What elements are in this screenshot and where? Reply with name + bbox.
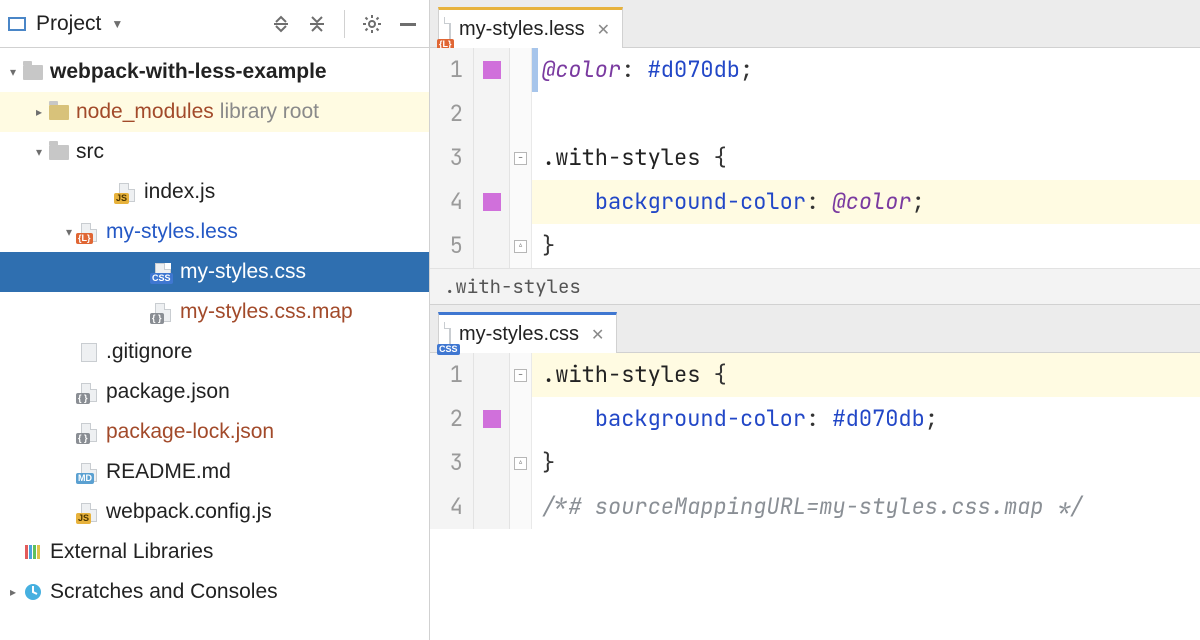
chevron-down-icon[interactable]: ▼ — [111, 17, 123, 31]
js-file-icon: JS — [116, 182, 138, 202]
folder-icon — [22, 62, 44, 82]
close-icon[interactable]: ✕ — [597, 20, 610, 40]
tree-label: .gitignore — [106, 340, 192, 364]
tree-node-package-lock[interactable]: ▸ { } package-lock.json — [0, 412, 429, 452]
fold-end[interactable]: ▵ — [510, 224, 532, 268]
scratches-icon — [22, 582, 44, 602]
tree-label: my-styles.less — [106, 220, 238, 244]
folder-icon — [48, 102, 70, 122]
js-file-icon: JS — [78, 502, 100, 522]
editor-pane-css: CSS my-styles.css ✕ 1 − .with-styles { 2… — [430, 305, 1200, 529]
editor-pane-less: {L} my-styles.less ✕ 1 @color: #d070db; … — [430, 0, 1200, 305]
line-number: 1 — [430, 48, 474, 92]
fold-gutter — [510, 48, 532, 92]
editor-tabbar-bottom: CSS my-styles.css ✕ — [430, 305, 1200, 353]
tree-node-src[interactable]: ▾ src — [0, 132, 429, 172]
tab-my-styles-less[interactable]: {L} my-styles.less ✕ — [438, 7, 623, 48]
code-editor-css[interactable]: 1 − .with-styles { 2 background-color: #… — [430, 353, 1200, 529]
close-icon[interactable]: ✕ — [591, 325, 604, 345]
line-number: 5 — [430, 224, 474, 268]
tree-label: package-lock.json — [106, 420, 274, 444]
line-number: 3 — [430, 136, 474, 180]
tree-node-my-styles-less[interactable]: ▾ {L} my-styles.less — [0, 212, 429, 252]
gitignore-file-icon — [78, 342, 100, 362]
tree-label: my-styles.css — [180, 260, 306, 284]
gutter-color-swatch[interactable] — [474, 48, 510, 92]
editor-area: {L} my-styles.less ✕ 1 @color: #d070db; … — [430, 0, 1200, 640]
map-file-icon: { } — [152, 302, 174, 322]
project-toolbar: Project ▼ — [0, 0, 429, 48]
project-view-icon — [8, 17, 26, 31]
tree-label: README.md — [106, 460, 231, 484]
toolbar-separator — [344, 10, 345, 38]
editor-breadcrumb[interactable]: .with-styles — [430, 268, 1200, 304]
line-number: 3 — [430, 441, 474, 485]
tree-node-index-js[interactable]: ▸ JS index.js — [0, 172, 429, 212]
tree-label: index.js — [144, 180, 215, 204]
tree-suffix: library root — [220, 100, 319, 124]
tab-label: my-styles.less — [459, 18, 585, 41]
line-number: 4 — [430, 485, 474, 529]
tab-my-styles-css[interactable]: CSS my-styles.css ✕ — [438, 312, 617, 353]
tree-node-my-styles-css[interactable]: ▸ CSS my-styles.css — [0, 252, 429, 292]
ide-root: Project ▼ ▾ webpack-with-less-example — [0, 0, 1200, 640]
fold-end[interactable]: ▵ — [510, 441, 532, 485]
chevron-right-icon[interactable]: ▸ — [4, 585, 22, 599]
line-number: 4 — [430, 180, 474, 224]
line-number: 1 — [430, 353, 474, 397]
project-title[interactable]: Project — [36, 12, 101, 36]
line-number: 2 — [430, 92, 474, 136]
tree-label: package.json — [106, 380, 230, 404]
less-file-icon: {L} — [449, 18, 451, 41]
tree-label: webpack.config.js — [106, 500, 272, 524]
tree-node-scratches[interactable]: ▸ Scratches and Consoles — [0, 572, 429, 612]
caret-line-marker — [532, 48, 538, 92]
project-toolwindow: Project ▼ ▾ webpack-with-less-example — [0, 0, 430, 640]
code-editor-less[interactable]: 1 @color: #d070db; 2 3 − .with-styles { — [430, 48, 1200, 268]
fold-toggle[interactable]: − — [510, 136, 532, 180]
chevron-down-icon[interactable]: ▾ — [30, 145, 48, 159]
tree-node-external-libraries[interactable]: ▸ External Libraries — [0, 532, 429, 572]
tree-label: External Libraries — [50, 540, 213, 564]
hide-toolwindow-icon[interactable] — [395, 11, 421, 37]
editor-tabbar-top: {L} my-styles.less ✕ — [430, 0, 1200, 48]
gutter-color-swatch[interactable] — [474, 180, 510, 224]
css-file-icon: CSS — [449, 323, 451, 346]
gutter-color-swatch[interactable] — [474, 397, 510, 441]
json-file-icon: { } — [78, 422, 100, 442]
expand-all-icon[interactable] — [268, 11, 294, 37]
tree-node-readme[interactable]: ▸ MD README.md — [0, 452, 429, 492]
breadcrumb-item[interactable]: .with-styles — [444, 274, 581, 299]
folder-icon — [48, 142, 70, 162]
fold-toggle[interactable]: − — [510, 353, 532, 397]
project-tree[interactable]: ▾ webpack-with-less-example ▸ node_modul… — [0, 48, 429, 640]
tree-label: my-styles.css.map — [180, 300, 353, 324]
tree-node-node-modules[interactable]: ▸ node_modules library root — [0, 92, 429, 132]
tree-node-my-styles-css-map[interactable]: ▸ { } my-styles.css.map — [0, 292, 429, 332]
css-file-icon: CSS — [152, 262, 174, 282]
json-file-icon: { } — [78, 382, 100, 402]
less-file-icon: {L} — [78, 222, 100, 242]
md-file-icon: MD — [78, 462, 100, 482]
chevron-right-icon[interactable]: ▸ — [30, 105, 48, 119]
collapse-all-icon[interactable] — [304, 11, 330, 37]
line-number: 2 — [430, 397, 474, 441]
tree-label: src — [76, 140, 104, 164]
tab-label: my-styles.css — [459, 323, 579, 346]
tree-node-package-json[interactable]: ▸ { } package.json — [0, 372, 429, 412]
tree-label: webpack-with-less-example — [50, 60, 327, 84]
chevron-down-icon[interactable]: ▾ — [4, 65, 22, 79]
gear-icon[interactable] — [359, 11, 385, 37]
tree-label: Scratches and Consoles — [50, 580, 278, 604]
tree-label: node_modules — [76, 100, 214, 124]
tree-node-webpack-config[interactable]: ▸ JS webpack.config.js — [0, 492, 429, 532]
tree-node-gitignore[interactable]: ▸ .gitignore — [0, 332, 429, 372]
library-icon — [22, 542, 44, 562]
tree-root[interactable]: ▾ webpack-with-less-example — [0, 52, 429, 92]
